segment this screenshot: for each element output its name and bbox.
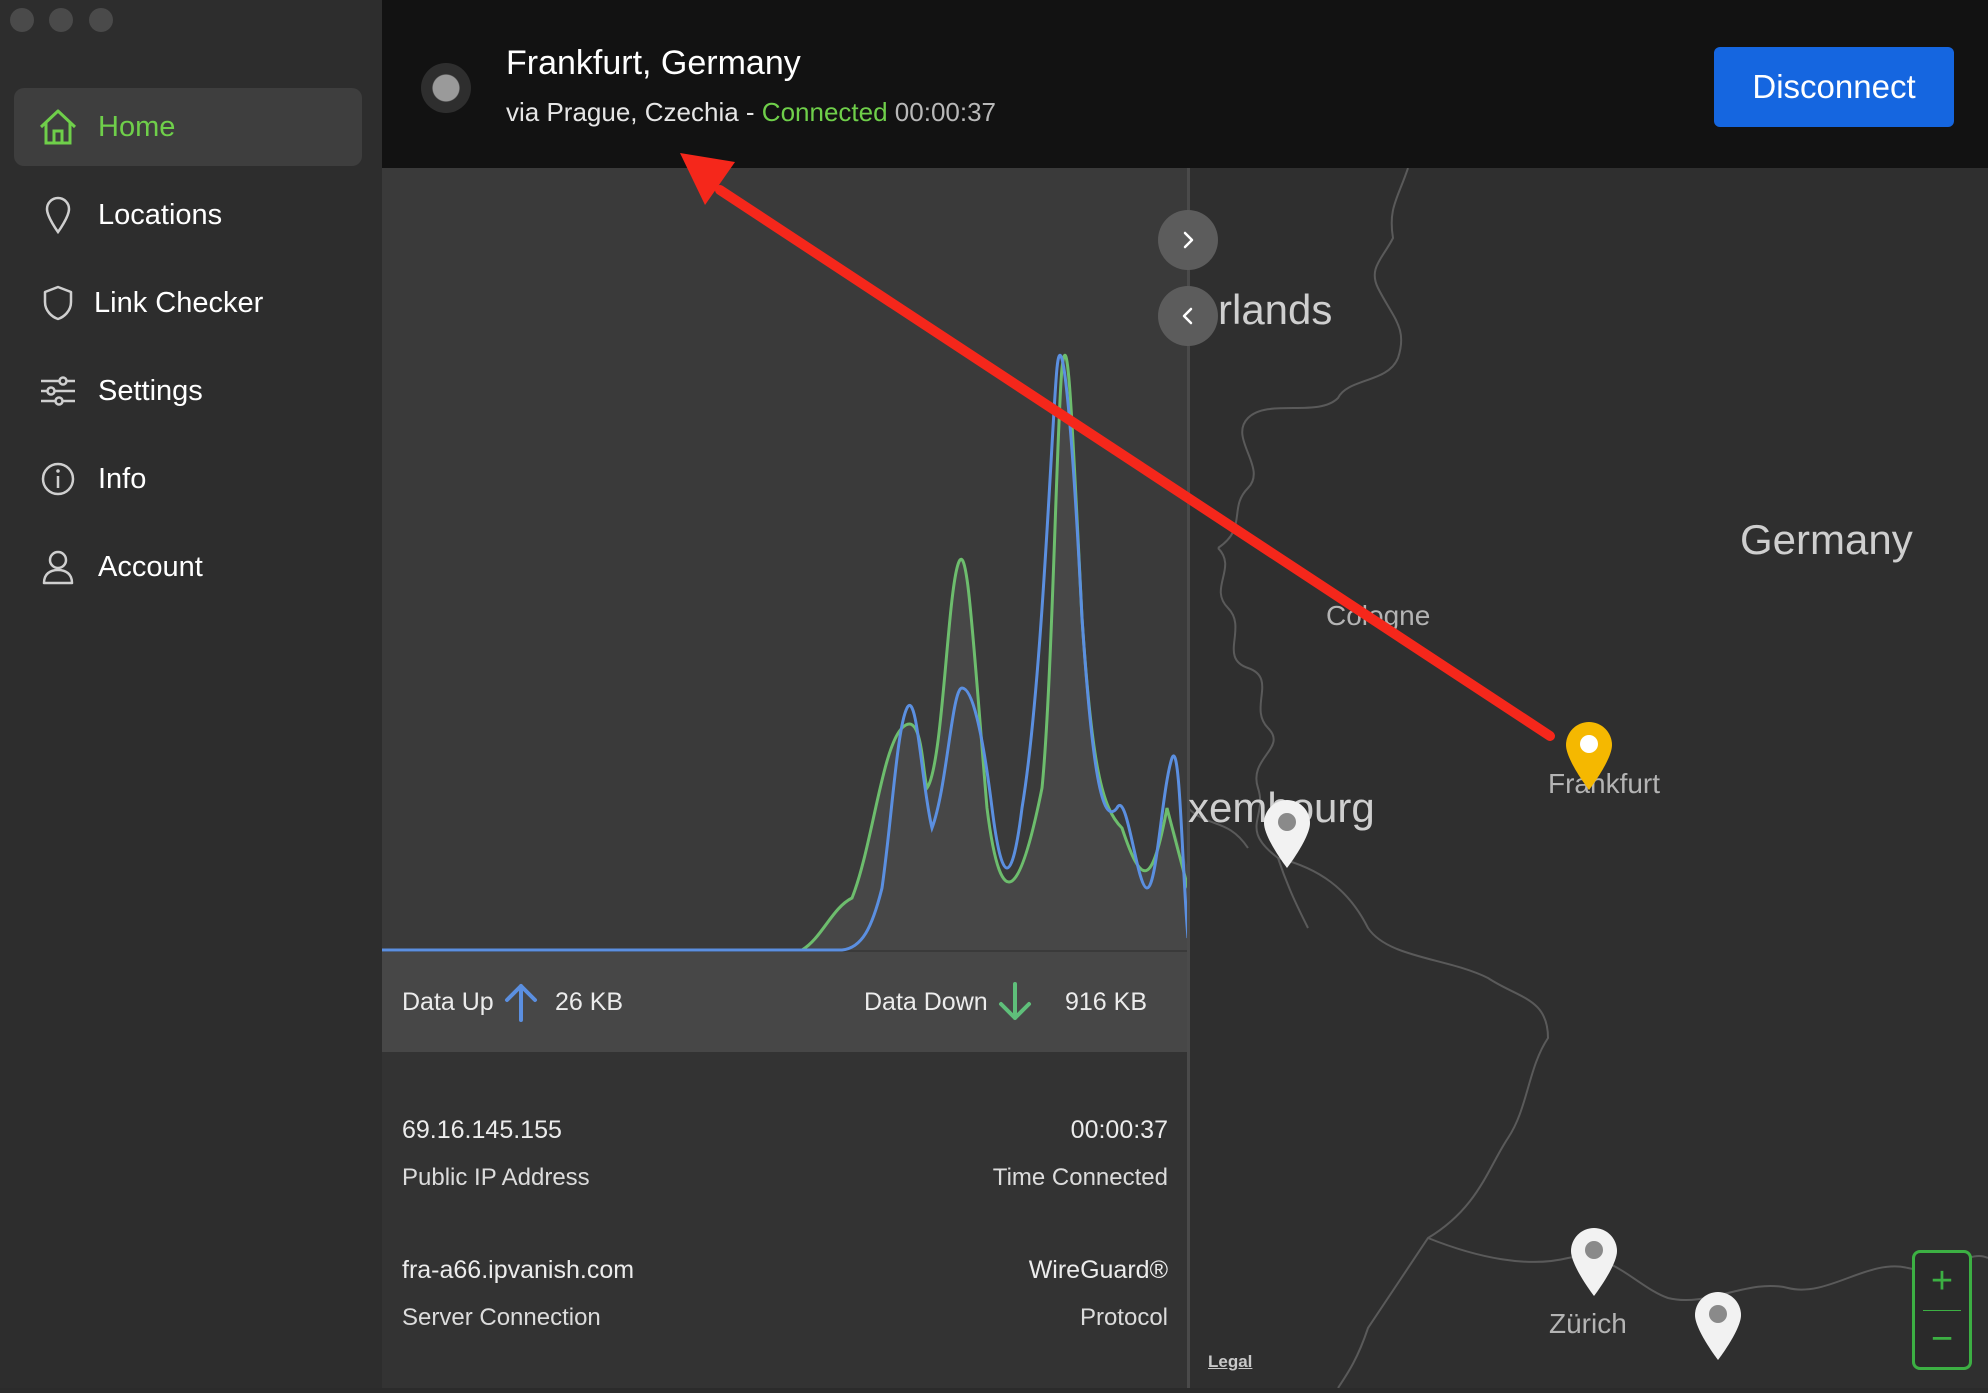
info-icon xyxy=(36,457,80,501)
data-up-value: 26 KB xyxy=(555,988,624,1016)
traffic-graph-panel xyxy=(382,168,1190,952)
arrow-down-icon xyxy=(997,982,1033,1027)
shield-icon xyxy=(36,281,80,325)
server-connection-label: Server Connection xyxy=(402,1304,601,1331)
sidebar-item-link-checker[interactable]: Link Checker xyxy=(14,264,362,342)
sliders-icon xyxy=(36,369,80,413)
sidebar-item-label: Settings xyxy=(98,374,203,407)
expand-panel-button[interactable] xyxy=(1158,210,1218,270)
traffic-graph xyxy=(382,353,1190,952)
luxembourg-server-pin[interactable] xyxy=(1261,798,1313,875)
map-label-netherlands: rlands xyxy=(1218,286,1333,333)
time-connected-label: Time Connected xyxy=(992,1164,1168,1191)
time-connected-value: 00:00:37 xyxy=(1070,1116,1168,1144)
sidebar-item-label: Home xyxy=(98,110,176,143)
sidebar: Home Locations Link Checker Settings Inf… xyxy=(0,0,382,1388)
sidebar-item-label: Account xyxy=(98,550,203,583)
public-ip-label: Public IP Address xyxy=(402,1164,590,1191)
collapse-panel-button[interactable] xyxy=(1158,286,1218,346)
sidebar-item-label: Link Checker xyxy=(94,286,264,319)
connected-location-title: Frankfurt, Germany xyxy=(506,44,801,82)
zurich-server-pin[interactable] xyxy=(1568,1226,1620,1303)
data-down-label: Data Down xyxy=(864,988,988,1016)
server-pin[interactable] xyxy=(1692,1290,1744,1367)
connection-status-text: Connected xyxy=(761,97,888,127)
via-location: via Prague, Czechia - xyxy=(506,97,755,127)
sidebar-item-label: Locations xyxy=(98,198,223,231)
map-legal-link[interactable]: Legal xyxy=(1208,1352,1252,1372)
frankfurt-server-pin[interactable] xyxy=(1563,720,1615,797)
public-ip-value: 69.16.145.155 xyxy=(402,1116,562,1144)
map-label-zurich: Zürich xyxy=(1549,1308,1627,1339)
sidebar-item-settings[interactable]: Settings xyxy=(14,352,362,430)
connection-status-indicator xyxy=(421,63,471,113)
user-icon xyxy=(36,545,80,589)
sidebar-item-label: Info xyxy=(98,462,147,495)
zoom-in-button[interactable]: + xyxy=(1915,1253,1969,1310)
chevron-right-icon xyxy=(1183,231,1194,249)
arrow-up-icon xyxy=(503,982,539,1027)
chevron-left-icon xyxy=(1182,307,1193,325)
disconnect-button[interactable]: Disconnect xyxy=(1714,47,1954,127)
connection-timer: 00:00:37 xyxy=(894,97,997,127)
map-view[interactable]: rlands Germany Cologne xembourg Frankfur… xyxy=(1187,167,1988,1389)
sidebar-item-account[interactable]: Account xyxy=(14,528,362,606)
server-connection-value: fra-a66.ipvanish.com xyxy=(402,1256,635,1284)
sidebar-item-home[interactable]: Home xyxy=(14,88,362,166)
location-pin-icon xyxy=(36,193,80,237)
protocol-value: WireGuard® xyxy=(1028,1256,1168,1284)
data-up-label: Data Up xyxy=(402,988,494,1016)
window-minimize-button[interactable] xyxy=(49,8,73,32)
map-label-cologne: Cologne xyxy=(1326,600,1431,631)
window-close-button[interactable] xyxy=(10,8,34,32)
window-zoom-button[interactable] xyxy=(89,8,113,32)
connection-stats-panel: 69.16.145.155 Public IP Address 00:00:37… xyxy=(382,1052,1188,1388)
map-label-germany: Germany xyxy=(1740,516,1913,563)
sidebar-item-locations[interactable]: Locations xyxy=(14,176,362,254)
protocol-label: Protocol xyxy=(1079,1304,1168,1331)
home-icon xyxy=(36,105,80,149)
zoom-out-button[interactable]: − xyxy=(1915,1311,1969,1368)
connection-subtitle: via Prague, Czechia - Connected 00:00:37 xyxy=(506,97,996,128)
data-transfer-bar: Data Up 26 KB Data Down 916 KB xyxy=(382,952,1188,1052)
sidebar-item-info[interactable]: Info xyxy=(14,440,362,518)
map-zoom-controls: + − xyxy=(1912,1250,1972,1370)
panel-divider xyxy=(1187,168,1190,1388)
data-down-value: 916 KB xyxy=(1065,988,1148,1016)
